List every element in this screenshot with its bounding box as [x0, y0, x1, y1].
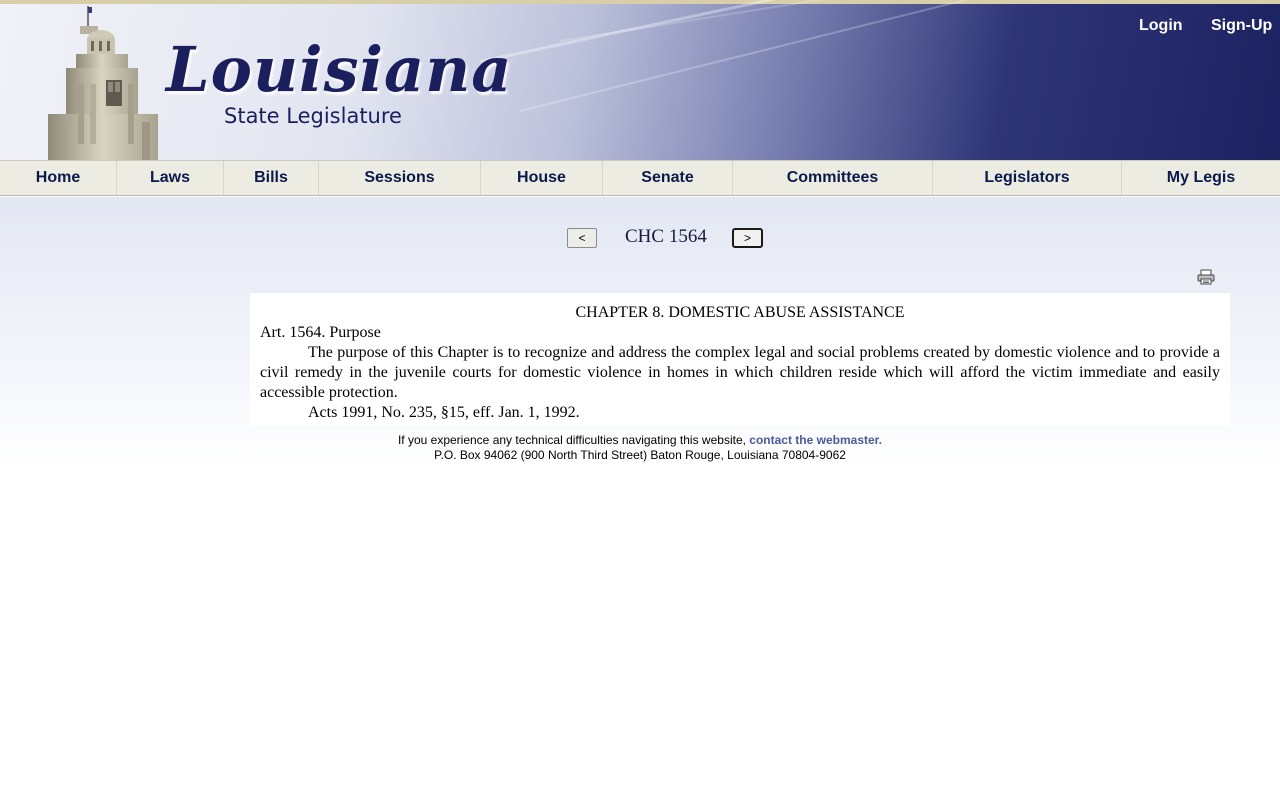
nav-item-house[interactable]: House [481, 161, 603, 195]
nav-item-committees[interactable]: Committees [733, 161, 933, 195]
main-content: < CHC 1564 > CHAPTER 8. DOMESTIC ABUSE A… [0, 197, 1280, 800]
history-note: Acts 1991, No. 235, §15, eff. Jan. 1, 19… [308, 404, 580, 421]
article-body: The purpose of this Chapter is to recogn… [260, 344, 1220, 401]
law-document: CHAPTER 8. DOMESTIC ABUSE ASSISTANCE Art… [250, 293, 1230, 426]
section-identifier: CHC 1564 [625, 226, 707, 247]
chapter-title: CHAPTER 8. DOMESTIC ABUSE ASSISTANCE [575, 304, 905, 321]
banner-streak [479, 0, 989, 63]
page-footer: If you experience any technical difficul… [0, 433, 1280, 463]
nav-item-senate[interactable]: Senate [603, 161, 733, 195]
nav-item-home[interactable]: Home [0, 161, 117, 195]
login-link[interactable]: Login [1139, 17, 1183, 35]
capitol-building-image [48, 6, 158, 160]
footer-address: P.O. Box 94062 (900 North Third Street) … [434, 448, 846, 462]
main-navigation: Home Laws Bills Sessions House Senate Co… [0, 160, 1280, 196]
nav-item-laws[interactable]: Laws [117, 161, 224, 195]
site-logo-subtitle: State Legislature [224, 104, 402, 128]
site-header: Louisiana State Legislature Login Sign-U… [0, 0, 1280, 160]
nav-item-legislators[interactable]: Legislators [933, 161, 1122, 195]
footer-support-line: If you experience any technical difficul… [0, 433, 1280, 448]
footer-tech-text: If you experience any technical difficul… [397, 433, 746, 447]
article-title: Art. 1564. Purpose [260, 324, 381, 341]
contact-webmaster-link[interactable]: contact the webmaster. [749, 433, 882, 447]
header-top-border [0, 0, 1280, 4]
banner-streak [519, 0, 986, 112]
next-section-button[interactable]: > [732, 228, 763, 248]
nav-item-bills[interactable]: Bills [224, 161, 319, 195]
signup-link[interactable]: Sign-Up [1211, 17, 1272, 35]
banner-streak [559, 0, 956, 42]
nav-item-sessions[interactable]: Sessions [319, 161, 481, 195]
previous-section-button[interactable]: < [567, 228, 597, 248]
nav-item-my-legis[interactable]: My Legis [1122, 161, 1280, 195]
printer-icon[interactable] [1197, 269, 1215, 285]
site-logo-title[interactable]: Louisiana [166, 30, 512, 110]
